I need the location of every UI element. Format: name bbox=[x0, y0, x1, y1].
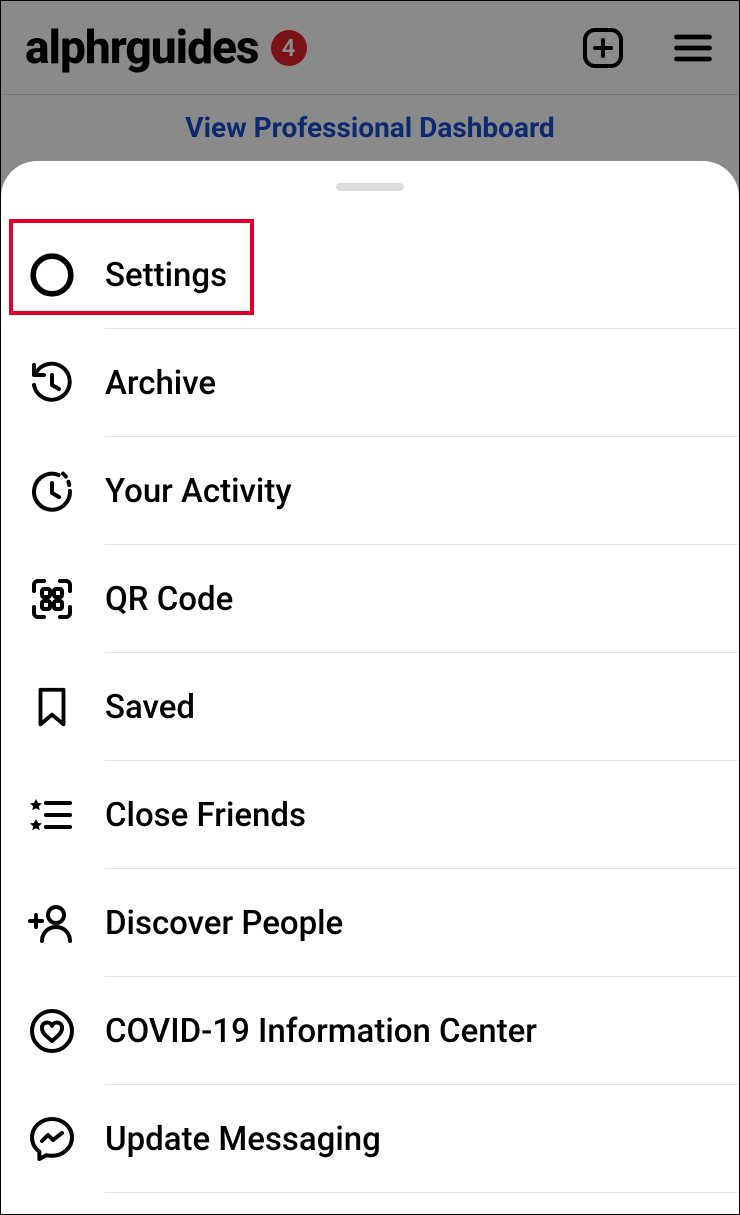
menu-label: Discover People bbox=[105, 904, 343, 943]
username-group[interactable]: alphrguides 4 bbox=[25, 21, 307, 75]
menu-item-close-friends[interactable]: Close Friends bbox=[1, 761, 739, 869]
menu-item-settings[interactable]: Settings bbox=[1, 221, 739, 329]
menu-label: Update Messaging bbox=[105, 1120, 381, 1159]
menu-item-qr-code[interactable]: QR Code bbox=[1, 545, 739, 653]
menu-button[interactable] bbox=[671, 26, 715, 70]
heart-circle-icon bbox=[23, 1007, 81, 1055]
menu-item-discover-people[interactable]: Discover People bbox=[1, 869, 739, 977]
menu-item-covid-info[interactable]: COVID-19 Information Center bbox=[1, 977, 739, 1085]
menu-item-archive[interactable]: Archive bbox=[1, 329, 739, 437]
menu-label: Your Activity bbox=[105, 472, 292, 511]
menu-item-saved[interactable]: Saved bbox=[1, 653, 739, 761]
messenger-icon bbox=[23, 1115, 81, 1163]
menu-list: Settings Archive Your bbox=[1, 221, 739, 1193]
menu-item-update-messaging[interactable]: Update Messaging bbox=[1, 1085, 739, 1193]
menu-label: Close Friends bbox=[105, 796, 306, 835]
menu-label: COVID-19 Information Center bbox=[105, 1012, 537, 1051]
dashboard-link[interactable]: View Professional Dashboard bbox=[185, 111, 554, 144]
plus-square-icon bbox=[579, 24, 627, 72]
profile-header: alphrguides 4 bbox=[1, 1, 739, 95]
settings-icon bbox=[23, 251, 81, 299]
bookmark-icon bbox=[23, 684, 81, 730]
archive-icon bbox=[23, 359, 81, 407]
sheet-grabber[interactable] bbox=[336, 183, 404, 191]
menu-label: Archive bbox=[105, 364, 216, 403]
qr-code-icon bbox=[23, 575, 81, 623]
create-post-button[interactable] bbox=[579, 24, 627, 72]
username-label: alphrguides bbox=[25, 21, 259, 75]
divider bbox=[105, 1192, 739, 1193]
hamburger-icon bbox=[671, 26, 715, 70]
close-friends-icon bbox=[23, 791, 81, 839]
menu-item-your-activity[interactable]: Your Activity bbox=[1, 437, 739, 545]
discover-people-icon bbox=[23, 899, 81, 947]
menu-label: Settings bbox=[105, 256, 227, 295]
menu-label: Saved bbox=[105, 688, 195, 727]
notification-badge: 4 bbox=[271, 30, 307, 66]
activity-icon bbox=[23, 467, 81, 515]
dashboard-bar: View Professional Dashboard bbox=[1, 95, 739, 159]
menu-label: QR Code bbox=[105, 580, 233, 619]
action-sheet: Settings Archive Your bbox=[1, 161, 739, 1214]
